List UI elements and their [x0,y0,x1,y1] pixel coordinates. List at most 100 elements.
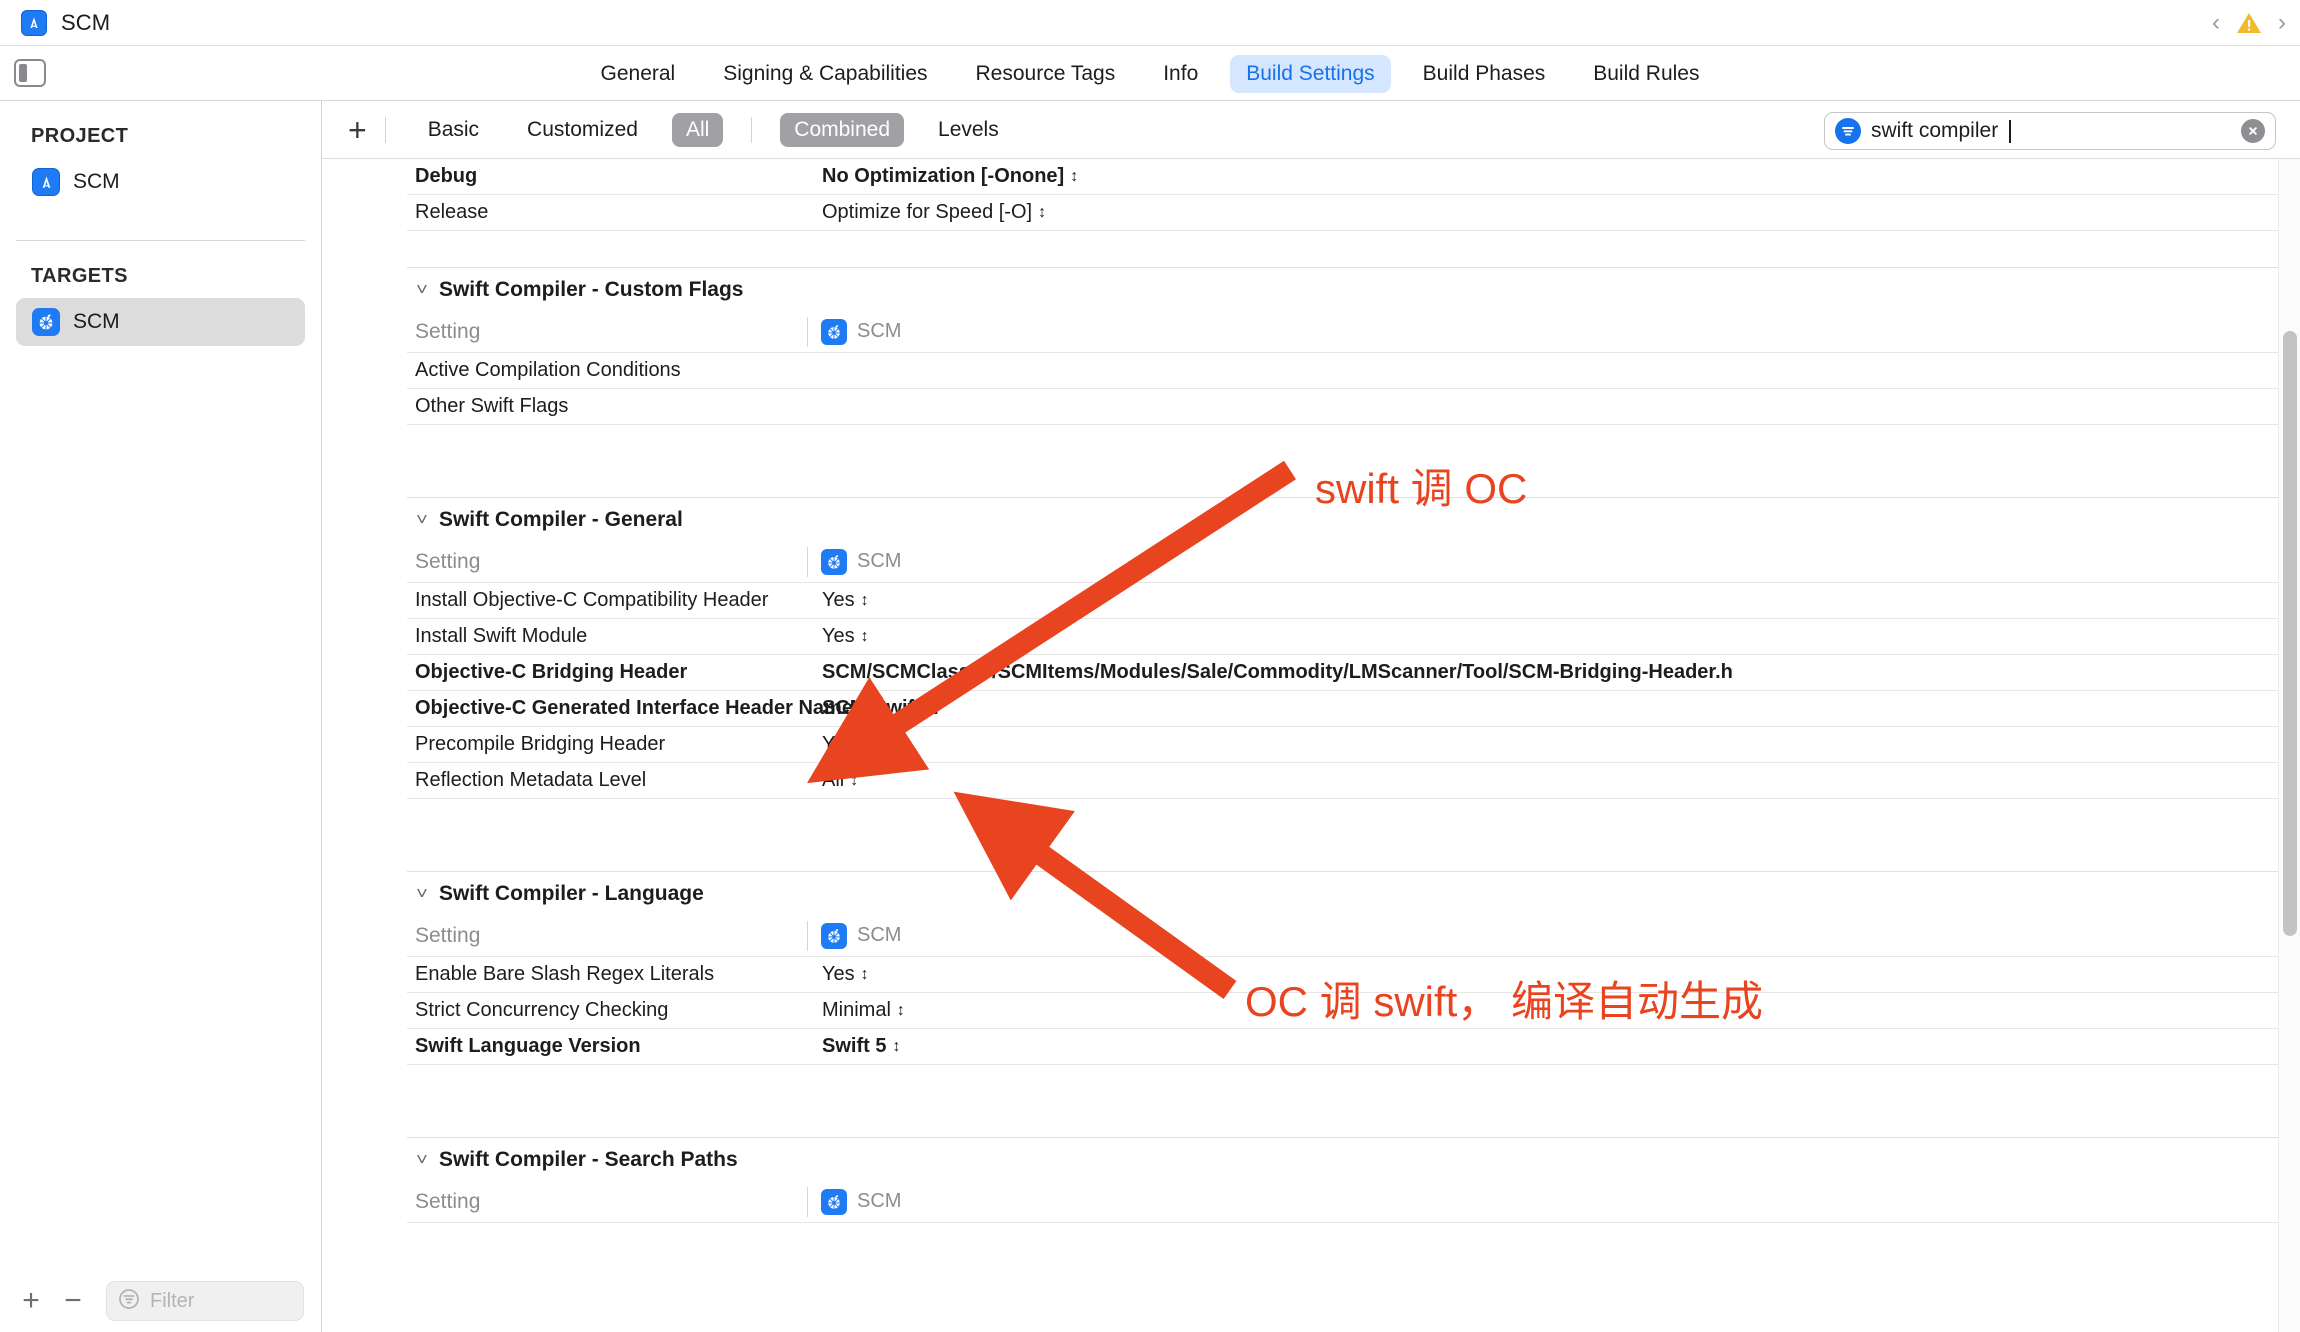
setting-value[interactable]: Yes ↕ [822,733,869,756]
tab-build-phases[interactable]: Build Phases [1407,55,1562,93]
sidebar-filter-input[interactable]: Filter [106,1281,304,1321]
table-row[interactable]: Other Swift Flags [407,389,2300,425]
section-header-search-paths[interactable]: ˅ Swift Compiler - Search Paths [407,1137,2300,1181]
table-row[interactable]: Precompile Bridging Header Yes ↕ [407,727,2300,763]
segment-basic[interactable]: Basic [414,113,493,147]
table-row-generated-header[interactable]: Objective-C Generated Interface Header N… [407,691,2300,727]
setting-value[interactable]: All ↕ [822,769,858,792]
setting-name: Install Swift Module [415,625,588,647]
column-header-setting: Setting [415,923,481,947]
stepper-icon[interactable]: ↕ [1070,168,1078,185]
column-header-scm: SCM [807,1186,902,1217]
setting-value[interactable]: Yes ↕ [822,963,869,986]
table-spacer [407,835,2300,871]
search-input-value[interactable]: swift compiler [1871,119,1998,143]
column-header: Setting SCM [407,1181,2300,1223]
tab-resource-tags[interactable]: Resource Tags [960,55,1132,93]
stepper-icon[interactable]: ↕ [861,736,869,753]
table-row[interactable]: Reflection Metadata Level All ↕ [407,763,2300,799]
setting-value[interactable]: Swift 5 ↕ [822,1035,900,1058]
column-header-scm: SCM [807,546,902,577]
setting-value-text: Yes [822,589,855,611]
tab-build-settings[interactable]: Build Settings [1230,54,1391,93]
setting-value-text: Yes [822,625,855,647]
table-row[interactable]: Active Compilation Conditions [407,353,2300,389]
section-header-general[interactable]: ˅ Swift Compiler - General [407,497,2300,541]
stepper-icon[interactable]: ↕ [892,1038,900,1055]
sidebar-item-target-scm[interactable]: SCM [16,298,305,346]
sidebar-item-label: SCM [73,170,120,193]
scrollbar-thumb[interactable] [2283,331,2297,936]
chevron-down-icon[interactable]: ˅ [416,1150,428,1170]
setting-value-text: Optimize for Speed [-O] [822,201,1033,223]
table-row-bridging-header[interactable]: Objective-C Bridging Header SCM/SCMClass… [407,655,2300,691]
setting-value[interactable]: Yes ↕ [822,589,869,612]
table-row-swift-language-version[interactable]: Swift Language Version Swift 5 ↕ [407,1029,2300,1065]
table-row[interactable]: Install Swift Module Yes ↕ [407,619,2300,655]
table-row[interactable]: Release Optimize for Speed [-O] ↕ [407,195,2300,231]
sidebar-bottom-bar: + − Filter [0,1270,322,1332]
tab-build-rules[interactable]: Build Rules [1577,55,1715,93]
sidebar-filter-placeholder: Filter [150,1289,195,1312]
segment-customized[interactable]: Customized [513,113,652,147]
setting-name: Objective-C Bridging Header [415,661,688,683]
section-title: Swift Compiler - Language [438,881,704,905]
setting-value[interactable]: SCM-Swift.h [822,697,939,720]
section-title: Swift Compiler - Search Paths [438,1147,738,1171]
target-app-icon [821,318,847,345]
setting-value[interactable]: SCM/SCMClasses/SCMItems/Modules/Sale/Com… [822,661,1733,684]
table-row[interactable]: Enable Bare Slash Regex Literals Yes ↕ [407,957,2300,993]
setting-value[interactable]: Yes ↕ [822,625,869,648]
segment-combined[interactable]: Combined [780,112,905,147]
stepper-icon[interactable]: ↕ [861,628,869,645]
tab-info[interactable]: Info [1147,55,1214,93]
chevron-down-icon[interactable]: ˅ [416,280,428,300]
add-target-button[interactable]: + [10,1284,52,1318]
target-app-icon [32,308,60,336]
stepper-icon[interactable]: ↕ [1038,204,1046,221]
column-header-scm-label: SCM [857,1190,902,1212]
segment-levels[interactable]: Levels [924,113,1013,147]
remove-target-button[interactable]: − [52,1284,94,1318]
appstore-icon [32,168,60,196]
table-row[interactable]: Debug No Optimization [-Onone] ↕ [407,159,2300,195]
table-spacer [407,231,2300,267]
warning-triangle-icon[interactable] [2236,11,2262,35]
table-spacer [407,1101,2300,1137]
setting-value[interactable]: Optimize for Speed [-O] ↕ [822,201,1046,224]
column-header: Setting SCM [407,311,2300,353]
xcode-window: SCM ‹ › General Signing & Capabilities R… [0,0,2300,1332]
column-header-scm-label: SCM [857,550,902,572]
build-settings-table[interactable]: Debug No Optimization [-Onone] ↕ Release… [322,159,2300,1332]
stepper-icon[interactable]: ↕ [861,966,869,983]
section-header-custom-flags[interactable]: ˅ Swift Compiler - Custom Flags [407,267,2300,311]
clear-icon[interactable] [2241,119,2265,143]
stepper-icon[interactable]: ↕ [897,1002,905,1019]
stepper-icon[interactable]: ↕ [861,592,869,609]
chevron-down-icon[interactable]: ˅ [416,510,428,530]
table-spacer [407,461,2300,497]
target-app-icon [821,548,847,575]
setting-name: Swift Language Version [415,1035,641,1057]
vertical-scrollbar[interactable] [2278,159,2300,1332]
stepper-icon[interactable]: ↕ [850,772,858,789]
chevron-down-icon[interactable]: ˅ [416,884,428,904]
table-row[interactable]: Install Objective-C Compatibility Header… [407,583,2300,619]
nav-back-icon[interactable]: ‹ [2212,11,2220,35]
add-setting-button[interactable]: + [348,114,367,146]
setting-name: Release [415,201,489,223]
table-row[interactable]: Strict Concurrency Checking Minimal ↕ [407,993,2300,1029]
setting-value[interactable]: No Optimization [-Onone] ↕ [822,165,1078,188]
tab-general[interactable]: General [585,55,692,93]
tab-signing[interactable]: Signing & Capabilities [707,55,943,93]
setting-value-text: No Optimization [-Onone] [822,165,1065,187]
setting-value[interactable]: Minimal ↕ [822,999,905,1022]
section-header-language[interactable]: ˅ Swift Compiler - Language [407,871,2300,915]
sidebar-item-project-scm[interactable]: SCM [16,158,305,206]
segment-all[interactable]: All [671,112,724,147]
project-navigator-sidebar: PROJECT SCM TARGETS SCM + − Filter [0,101,322,1332]
settings-search-field[interactable]: swift compiler [1824,112,2276,150]
nav-forward-icon[interactable]: › [2278,11,2286,35]
setting-name: Install Objective-C Compatibility Header [415,589,769,611]
toolbar-divider-2 [751,116,753,143]
